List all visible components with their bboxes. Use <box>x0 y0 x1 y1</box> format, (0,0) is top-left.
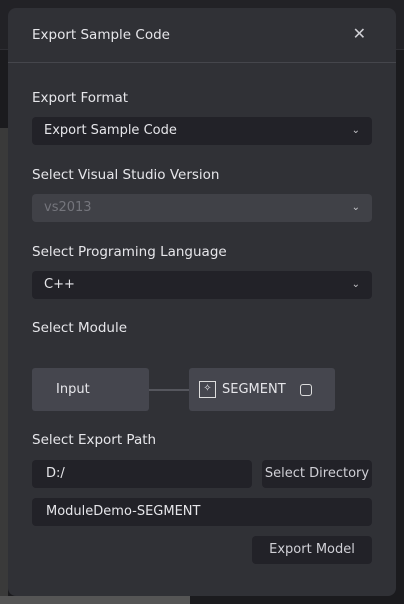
input-node[interactable]: Input <box>32 368 149 411</box>
export-model-button[interactable]: Export Model <box>252 536 372 564</box>
dialog-title: Export Sample Code <box>32 27 170 43</box>
input-node-label: Input <box>56 382 90 397</box>
select-directory-button[interactable]: Select Directory <box>262 460 372 488</box>
vs-version-label: Select Visual Studio Version <box>32 167 220 183</box>
chevron-down-icon: ⌄ <box>351 202 360 213</box>
language-value: C++ <box>44 277 75 292</box>
vs-version-select[interactable]: vs2013 ⌄ <box>32 194 372 222</box>
export-format-value: Export Sample Code <box>44 123 177 138</box>
node-connector <box>149 389 189 391</box>
background-strip <box>0 596 190 604</box>
segment-node[interactable]: ✧ SEGMENT <box>189 368 335 411</box>
export-dialog: Export Sample Code ✕ Export Format Expor… <box>8 8 396 596</box>
export-format-select[interactable]: Export Sample Code ⌄ <box>32 117 372 145</box>
close-icon[interactable]: ✕ <box>353 24 366 43</box>
language-select[interactable]: C++ ⌄ <box>32 271 372 299</box>
export-path-label: Select Export Path <box>32 432 157 448</box>
export-name-input[interactable]: ModuleDemo-SEGMENT <box>32 498 372 526</box>
segment-module-icon: ✧ <box>199 381 216 398</box>
segment-node-label: SEGMENT <box>222 382 286 397</box>
chevron-down-icon: ⌄ <box>351 125 360 136</box>
language-label: Select Programing Language <box>32 244 227 260</box>
module-label: Select Module <box>32 320 128 336</box>
vs-version-value: vs2013 <box>44 200 92 215</box>
dialog-header: Export Sample Code ✕ <box>8 8 396 63</box>
background-image <box>0 128 8 604</box>
export-path-input[interactable]: D:/ <box>32 460 252 488</box>
chevron-down-icon: ⌄ <box>351 279 360 290</box>
segment-checkbox[interactable] <box>299 383 312 396</box>
export-format-label: Export Format <box>32 90 129 106</box>
